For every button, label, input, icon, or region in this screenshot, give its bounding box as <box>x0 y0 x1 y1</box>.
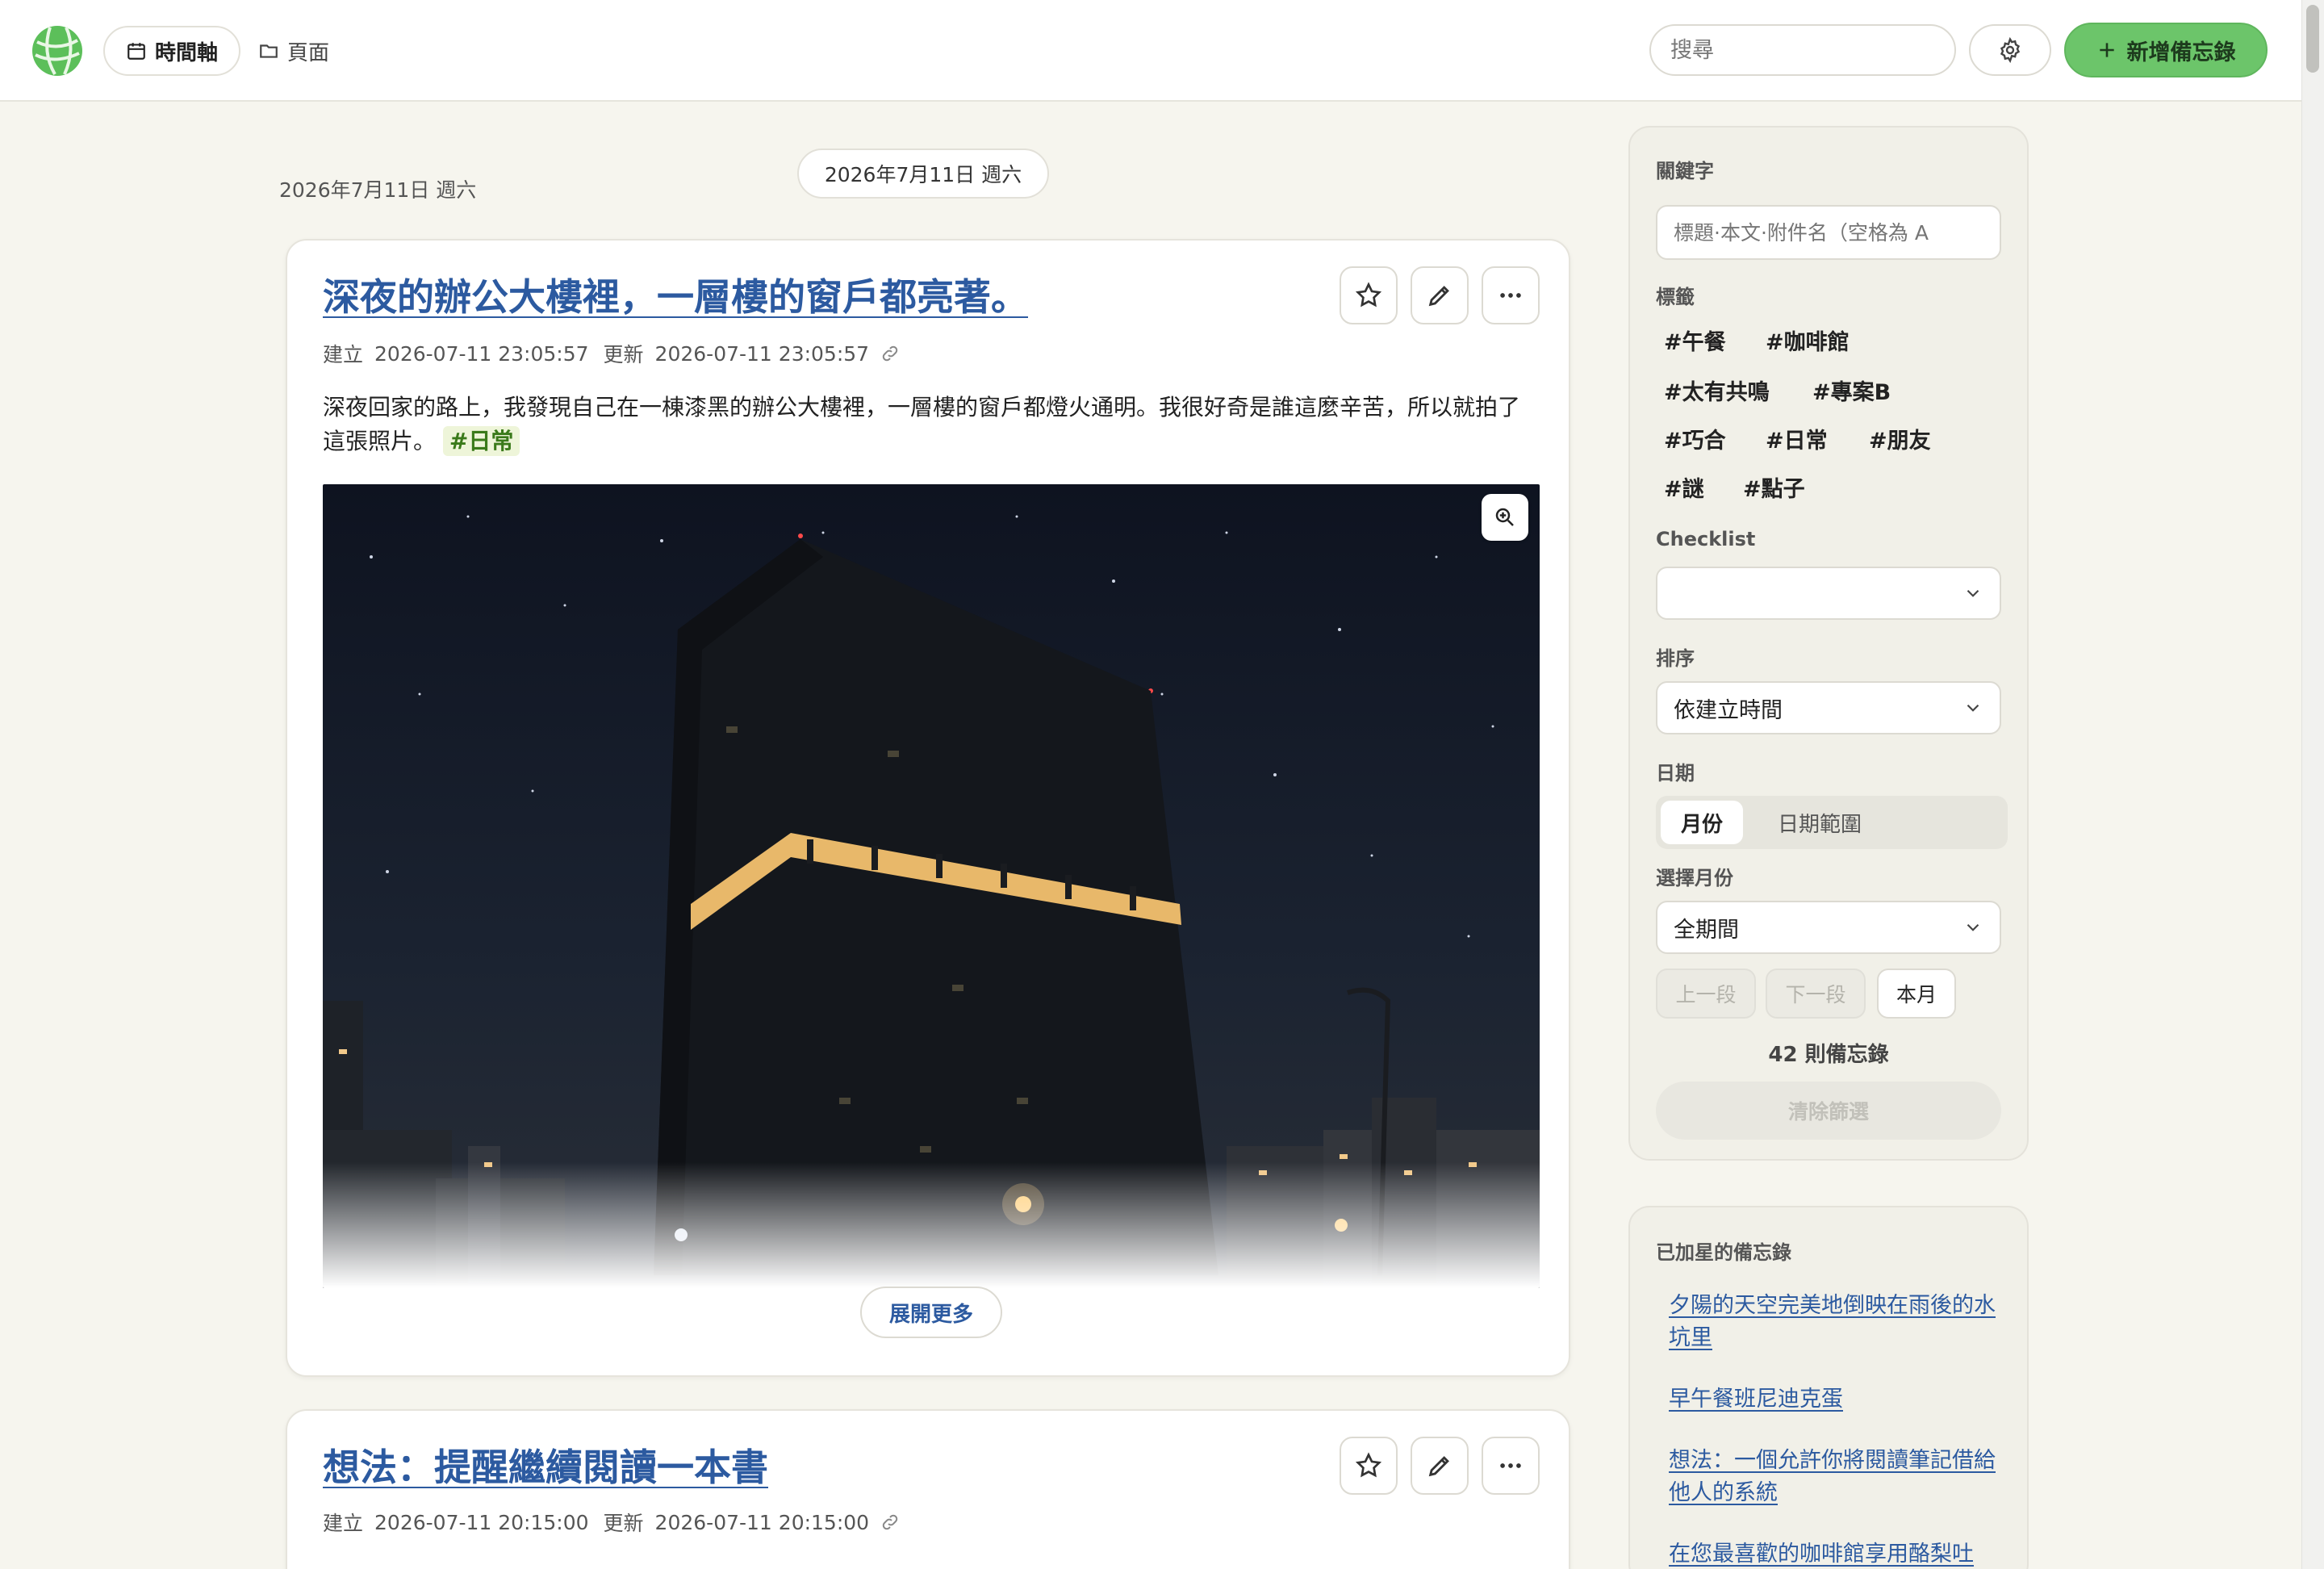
pencil-icon <box>1428 1456 1449 1477</box>
gear-icon <box>2000 37 2021 63</box>
starred-note-link[interactable]: 在您最喜歡的咖啡館享用酪梨吐 <box>1669 1538 2008 1569</box>
note-meta: 建立 2026-07-11 20:15:00 更新 2026-07-11 20:… <box>323 1508 900 1537</box>
starred-note-link[interactable]: 夕陽的天空完美地倒映在雨後的水坑里 <box>1669 1290 2008 1354</box>
checklist-select[interactable] <box>1656 567 2001 620</box>
tag-chip[interactable]: #點子 <box>1743 471 1805 503</box>
globe-logo-icon[interactable] <box>31 24 84 77</box>
updated-label: 更新 <box>603 1512 644 1535</box>
tab-month[interactable]: 月份 <box>1661 801 1743 844</box>
keyword-input[interactable] <box>1656 205 2001 260</box>
sort-label: 排序 <box>1656 647 1695 670</box>
timeline-date: 2026年7月11日 週六 <box>279 178 477 202</box>
more-button[interactable] <box>1482 266 1540 324</box>
note-body: 深夜回家的路上，我發現自己在一棟漆黑的辦公大樓裡，一層樓的窗戶都燈火通明。我很好… <box>323 391 1541 458</box>
edit-button[interactable] <box>1411 266 1469 324</box>
created-time: 2026-07-11 23:05:57 <box>374 341 589 366</box>
month-select[interactable]: 全期間 <box>1656 901 2001 954</box>
chevron-down-icon <box>1967 704 1979 712</box>
link-icon[interactable] <box>880 344 900 363</box>
checklist-label: Checklist <box>1656 528 1756 550</box>
keyword-label: 關鍵字 <box>1656 160 1714 182</box>
updated-label: 更新 <box>603 343 644 366</box>
tag-chip[interactable]: #日常 <box>1766 423 1828 454</box>
zoom-button[interactable] <box>1482 494 1528 541</box>
next-period-button[interactable]: 下一段 <box>1766 969 1866 1019</box>
sort-value: 依建立時間 <box>1674 697 1783 723</box>
star-button[interactable] <box>1340 1437 1398 1495</box>
created-label: 建立 <box>323 1512 364 1535</box>
tags-label: 標籤 <box>1656 286 1695 308</box>
add-note-label: 新增備忘錄 <box>2126 40 2236 65</box>
plus-icon <box>2099 43 2114 57</box>
settings-button[interactable] <box>1969 24 2051 76</box>
zoom-in-icon <box>1495 508 1514 526</box>
prev-period-button[interactable]: 上一段 <box>1656 969 1756 1019</box>
tab-date-range[interactable]: 日期範圍 <box>1759 801 1880 844</box>
nav-timeline-label: 時間軸 <box>154 40 218 65</box>
expand-more-button[interactable]: 展開更多 <box>860 1287 1002 1338</box>
tag-chip[interactable]: #午餐 <box>1664 324 1726 356</box>
pencil-icon <box>1428 286 1449 307</box>
calendar-icon <box>127 43 145 60</box>
chevron-down-icon <box>1967 923 1979 931</box>
folder-icon <box>260 44 278 58</box>
link-icon[interactable] <box>880 1513 900 1532</box>
scrollbar-thumb[interactable] <box>2306 5 2319 73</box>
clear-filter-button[interactable]: 清除篩選 <box>1656 1082 2001 1140</box>
tag-chip[interactable]: #巧合 <box>1664 423 1726 454</box>
tag-chip[interactable]: #咖啡館 <box>1766 324 1850 356</box>
more-dots-icon <box>1500 293 1521 298</box>
note-title[interactable]: 深夜的辦公大樓裡，一層樓的窗戶都亮著。 <box>323 268 1028 321</box>
star-button[interactable] <box>1340 266 1398 324</box>
date-label: 日期 <box>1656 762 1695 784</box>
month-value: 全期間 <box>1674 917 1739 943</box>
chevron-down-icon <box>1967 589 1979 597</box>
note-tag[interactable]: #日常 <box>442 426 520 456</box>
created-label: 建立 <box>323 343 364 366</box>
updated-time: 2026-07-11 23:05:57 <box>654 341 870 366</box>
sort-select[interactable]: 依建立時間 <box>1656 681 2001 734</box>
created-time: 2026-07-11 20:15:00 <box>374 1510 589 1534</box>
tag-chip[interactable]: #太有共鳴 <box>1664 374 1770 406</box>
page-scrollbar[interactable] <box>2301 0 2324 1569</box>
note-count: 42 則備忘錄 <box>1768 1043 1889 1067</box>
star-icon <box>1355 282 1382 308</box>
tag-chip[interactable]: #朋友 <box>1869 423 1931 454</box>
tag-chip[interactable]: #專案B <box>1812 374 1891 406</box>
more-dots-icon <box>1500 1463 1521 1468</box>
note-photo[interactable] <box>323 484 1540 1288</box>
this-month-button[interactable]: 本月 <box>1877 969 1956 1019</box>
tag-chip[interactable]: #謎 <box>1664 471 1704 503</box>
starred-label: 已加星的備忘錄 <box>1656 1241 1791 1264</box>
note-meta: 建立 2026-07-11 23:05:57 更新 2026-07-11 23:… <box>323 339 900 368</box>
starred-note-link[interactable]: 早午餐班尼迪克蛋 <box>1669 1383 2008 1416</box>
updated-time: 2026-07-11 20:15:00 <box>654 1510 870 1534</box>
note-title[interactable]: 想法：提醒繼續閱讀一本書 <box>323 1438 768 1492</box>
more-button[interactable] <box>1482 1437 1540 1495</box>
month-label: 選擇月份 <box>1656 867 1733 889</box>
sticky-date-pill: 2026年7月11日 週六 <box>797 149 1049 199</box>
star-icon <box>1355 1452 1382 1478</box>
search-input[interactable] <box>1649 24 1956 76</box>
nav-pages[interactable]: 頁面 <box>258 26 355 76</box>
starred-note-link[interactable]: 想法：一個允許你將閱讀筆記借給他人的系統 <box>1669 1445 2008 1509</box>
nav-timeline[interactable]: 時間軸 <box>103 26 240 76</box>
add-note-button[interactable]: 新增備忘錄 <box>2064 23 2268 77</box>
edit-button[interactable] <box>1411 1437 1469 1495</box>
nav-pages-label: 頁面 <box>287 40 330 65</box>
